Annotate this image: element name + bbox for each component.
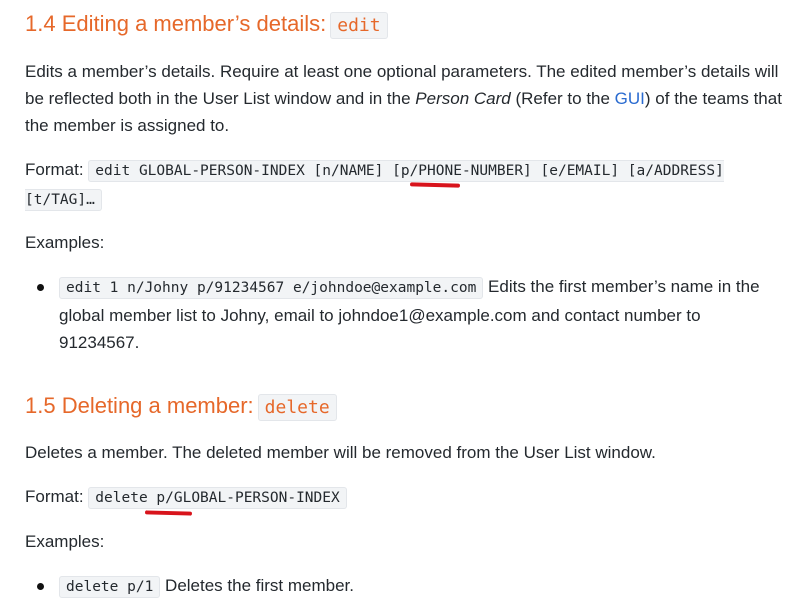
heading-edit-text: 1.4 Editing a member’s details:	[25, 11, 327, 36]
edit-description: Edits a member’s details. Require at lea…	[25, 58, 790, 139]
edit-desc-italic: Person Card	[415, 89, 511, 108]
edit-examples-list: edit 1 n/Johny p/91234567 e/johndoe@exam…	[25, 273, 785, 356]
document-page: 1.4 Editing a member’s details: edit Edit…	[0, 0, 805, 611]
heading-edit: 1.4 Editing a member’s details: edit	[25, 9, 388, 41]
edit-format: Format: edit GLOBAL-PERSON-INDEX [n/NAME…	[25, 156, 790, 214]
delete-examples-list: delete p/1 Deletes the first member.	[25, 572, 785, 601]
edit-example-code: edit 1 n/Johny p/91234567 e/johndoe@exam…	[59, 277, 484, 299]
heading-delete: 1.5 Deleting a member: delete	[25, 391, 337, 423]
delete-description: Deletes a member. The deleted member wil…	[25, 443, 656, 462]
delete-format: Format: delete p/GLOBAL-PERSON-INDEX	[25, 483, 790, 512]
delete-example-code: delete p/1	[59, 576, 161, 598]
edit-format-code: edit GLOBAL-PERSON-INDEX [n/NAME] [p/PHO…	[25, 160, 724, 211]
delete-examples-label: Examples:	[25, 532, 105, 551]
delete-example-text: Deletes the first member.	[160, 576, 354, 595]
list-item: edit 1 n/Johny p/91234567 e/johndoe@exam…	[25, 273, 785, 356]
bullet-icon	[37, 583, 44, 590]
gui-link[interactable]: GUI	[615, 89, 645, 108]
edit-examples-label: Examples:	[25, 233, 105, 252]
delete-format-label: Format:	[25, 487, 84, 506]
bullet-icon	[37, 284, 44, 291]
edit-format-label: Format:	[25, 160, 84, 179]
heading-delete-code: delete	[257, 394, 337, 421]
list-item: delete p/1 Deletes the first member.	[25, 572, 785, 601]
person-index-annotation	[144, 510, 193, 516]
edit-desc-part2: (Refer to the	[510, 89, 615, 108]
heading-delete-text: 1.5 Deleting a member:	[25, 393, 254, 418]
delete-format-code: delete p/GLOBAL-PERSON-INDEX	[88, 487, 347, 509]
heading-edit-code: edit	[330, 12, 388, 39]
